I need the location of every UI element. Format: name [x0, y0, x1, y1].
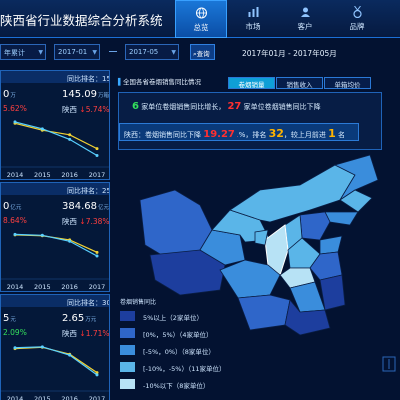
- series-point: [13, 232, 17, 236]
- nav-tab-market[interactable]: 市场: [227, 0, 279, 38]
- tab-avg-price[interactable]: 单箱均价: [324, 77, 371, 89]
- filter-bar: 年累计 ▼ 2017-01 ▼ 2017-05 ▼ ⌕查询 2017年01月 -…: [0, 44, 400, 62]
- period-type-value: 年累计: [4, 49, 25, 57]
- yoy-rank: 同比排名：30 (↑ 1): [67, 299, 110, 307]
- app-header: 陕西省行业数据综合分析系统 总览 市场 客户 品牌: [0, 0, 400, 38]
- app-title: 陕西省行业数据综合分析系统: [0, 13, 163, 28]
- tab-revenue[interactable]: 销售收入: [276, 77, 323, 89]
- series-point: [95, 147, 99, 151]
- kpi-card-revenue: 同比排名：25 (↓ 1) 0亿元 384.68亿元 8.64% 陕西 ↓7.3…: [0, 182, 110, 292]
- medal-icon: [352, 6, 362, 18]
- shaanxi-pct: 陕西 ↓1.71%: [62, 329, 110, 338]
- legend-swatch: [120, 328, 135, 338]
- national-value: 0万: [3, 89, 16, 100]
- series-point: [68, 353, 72, 357]
- shaanxi-value: 384.68亿元: [62, 201, 110, 212]
- x-tick-label: 2014: [7, 171, 24, 179]
- shaanxi-value: 2.65万元: [62, 313, 97, 324]
- shaanxi-pct: 陕西 ↓7.38%: [62, 217, 110, 226]
- summary-box: 6 家单位卷烟销售同比增长， 27 家单位卷烟销售同比下降 陕西：卷烟销售同比下…: [118, 92, 382, 150]
- trend-chart: 2014 2015 2016 2017: [1, 345, 109, 400]
- period-type-select[interactable]: 年累计 ▼: [0, 44, 46, 60]
- shaanxi-highlight: 陕西：卷烟销售同比下降 19.27 .%，排名 32，较上月前进 1 名: [119, 123, 359, 141]
- kpi-card-volume: 同比排名：15 (↓ 1) 0万 145.09万箱 5.62% 陕西 ↓5.74…: [0, 70, 110, 180]
- series-point: [13, 120, 17, 124]
- compass-icon: [382, 356, 396, 372]
- national-value: 0亿元: [3, 201, 22, 212]
- date-range-label: 2017年01月 - 2017年05月: [242, 49, 337, 58]
- start-month-input[interactable]: 2017-01 ▼: [54, 44, 100, 60]
- chevron-down-icon: ▼: [92, 49, 97, 56]
- range-separator: [109, 51, 117, 52]
- x-tick-label: 2017: [89, 395, 106, 400]
- tab-volume[interactable]: 卷烟销量: [228, 77, 275, 89]
- series-point: [40, 233, 44, 237]
- nav-tab-label: 总览: [193, 23, 209, 32]
- region-zhejiang-fujian: [319, 274, 346, 311]
- series-point: [95, 154, 99, 157]
- summary-line-1: 6 家单位卷烟销售同比增长， 27 家单位卷烟销售同比下降: [132, 101, 321, 112]
- chevron-down-icon: ▼: [38, 49, 43, 56]
- region-liaoning: [324, 211, 359, 226]
- series-point: [13, 346, 17, 350]
- end-month-input[interactable]: 2017-05 ▼: [125, 44, 179, 60]
- nav-tab-label: 品牌: [349, 22, 365, 31]
- kpi-card-avg-price: 同比排名：30 (↑ 1) 5元 2.65万元 2.09% 陕西 ↓1.71% …: [0, 294, 110, 400]
- legend-swatch: [120, 379, 135, 389]
- panel-title-text: 全国各省卷烟销售同比情况: [123, 78, 201, 86]
- x-tick-label: 2016: [61, 395, 78, 400]
- series-point: [68, 137, 72, 141]
- series-point: [95, 250, 99, 254]
- query-button-label: 查询: [196, 50, 210, 58]
- bar-chart-icon: [248, 7, 258, 17]
- region-yunnan-guizhou: [237, 294, 291, 331]
- x-tick-label: 2015: [34, 171, 51, 179]
- region-shandong: [319, 235, 343, 255]
- nav-tab-overview[interactable]: 总览: [175, 0, 227, 38]
- x-tick-label: 2016: [61, 171, 78, 179]
- nav-tab-customer[interactable]: 客户: [279, 0, 331, 38]
- legend-swatch: [120, 311, 135, 321]
- national-pct: 5.62%: [3, 104, 27, 113]
- national-value: 5元: [3, 313, 16, 324]
- trend-chart: 2014 2015 2016 2017: [1, 120, 109, 179]
- globe-icon: [195, 7, 207, 19]
- legend-title: 卷烟销售同比: [120, 299, 157, 306]
- series-point: [95, 254, 99, 258]
- shaanxi-pct: 陕西 ↓5.74%: [62, 105, 110, 114]
- series-point: [68, 239, 72, 243]
- panel-title: ▌全国各省卷烟销售同比情况: [118, 76, 201, 86]
- series-point: [68, 133, 72, 137]
- national-pct: 8.64%: [3, 216, 27, 225]
- legend-swatch: [120, 362, 135, 372]
- x-tick-label: 2015: [34, 395, 51, 400]
- nav-tab-label: 市场: [245, 22, 261, 31]
- start-month-value: 2017-01: [58, 48, 88, 56]
- national-pct: 2.09%: [3, 328, 27, 337]
- shaanxi-value: 145.09万箱: [62, 89, 110, 100]
- series-line-0: [14, 122, 98, 150]
- region-hebei: [299, 211, 331, 241]
- user-icon: [300, 7, 310, 17]
- summary-line-2: 陕西：卷烟销售同比下降 19.27 .%，排名 32，较上月前进 1 名: [124, 127, 346, 140]
- query-button[interactable]: ⌕查询: [190, 44, 215, 60]
- x-tick-label: 2016: [61, 283, 78, 291]
- end-month-value: 2017-05: [129, 48, 159, 56]
- yoy-rank: 同比排名：25 (↓ 1): [67, 187, 110, 195]
- yoy-rank: 同比排名：15 (↓ 1): [67, 75, 110, 83]
- x-tick-label: 2014: [7, 395, 24, 400]
- legend-swatch: [120, 345, 135, 355]
- series-point: [40, 345, 44, 349]
- series-point: [95, 373, 99, 377]
- series-line-1: [14, 346, 98, 376]
- x-tick-label: 2017: [89, 171, 106, 179]
- x-tick-label: 2017: [89, 283, 106, 291]
- trend-chart: 2014 2015 2016 2017: [1, 232, 109, 291]
- x-tick-label: 2014: [7, 283, 24, 291]
- series-point: [40, 127, 44, 131]
- nav-tab-brand[interactable]: 品牌: [331, 0, 383, 38]
- nav-tab-label: 客户: [297, 22, 313, 31]
- x-tick-label: 2015: [34, 283, 51, 291]
- chevron-down-icon: ▼: [171, 49, 176, 56]
